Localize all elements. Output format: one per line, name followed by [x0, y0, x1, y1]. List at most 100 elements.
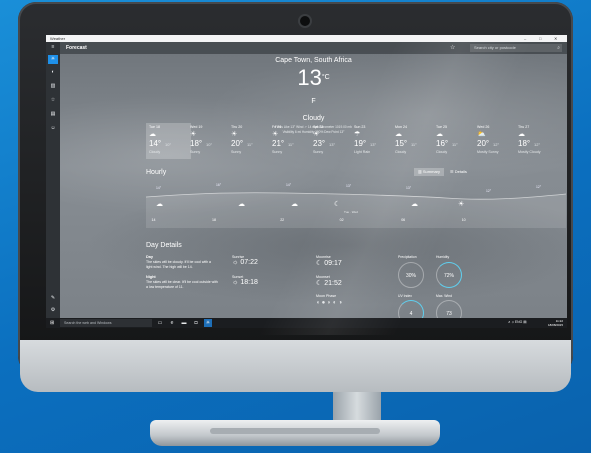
low-temp: 12°	[534, 142, 541, 147]
smile-icon[interactable]: ☺	[49, 124, 57, 132]
weather-icon: ⛅	[477, 131, 486, 138]
places-icon[interactable]: ☆	[49, 96, 57, 104]
day-condition: Cloudy	[149, 150, 161, 154]
day-name: Tue 25	[436, 125, 448, 129]
day-condition: Sunny	[272, 150, 283, 154]
high-temp: 14°	[149, 139, 162, 148]
hourly-time-label: 14	[151, 218, 156, 222]
details-tab[interactable]: ☰ Details	[446, 168, 471, 176]
daily-forecast-strip: Tue 18 ☁ 14° 10° Cloudy Wed 19 ☀ 18° 10° Sunny Thu…	[146, 123, 556, 159]
night-text: The skies will be clear. It'll be cool o…	[146, 280, 218, 289]
feedback-icon[interactable]: ✎	[49, 294, 57, 302]
search-input[interactable]: Search city or postcode ⌕	[470, 44, 562, 52]
hourly-weather-icon: ☀	[458, 201, 465, 208]
hourly-weather-icon: ☁	[411, 201, 418, 208]
moonset-label: Moonset	[316, 275, 330, 279]
precip-label: Precipitation	[398, 255, 417, 259]
file-explorer-icon[interactable]: ▬	[180, 319, 188, 327]
weather-icon: ☁	[149, 131, 156, 138]
store-icon[interactable]: ◘	[192, 319, 200, 327]
day-condition: Cloudy	[395, 150, 407, 154]
clock-date: 18/08/2015	[547, 323, 563, 327]
hourly-time-label: 10	[461, 218, 466, 222]
day-name: Fri 21	[272, 125, 282, 129]
day-change-note: Tue · Wed	[344, 210, 358, 214]
daily-forecast-item[interactable]: Wed 19 ☀ 18° 10° Sunny	[187, 123, 232, 159]
low-temp: 11°	[247, 142, 253, 147]
high-temp: 23°	[313, 139, 326, 148]
daily-forecast-item[interactable]: Sat 22 ☀ 23° 13° Sunny	[310, 123, 355, 159]
hourly-temp-label: 13°	[346, 184, 352, 188]
moonrise-icon: ☾	[316, 260, 325, 267]
moonrise-label: Moonrise	[316, 255, 331, 259]
historical-weather-icon[interactable]: ▥	[49, 82, 57, 90]
system-tray[interactable]: ∧ ♫ ENG ▤	[508, 320, 526, 324]
moonphase-label: Moon Phase	[316, 294, 337, 298]
daily-forecast-item[interactable]: Wed 26 ⛅ 20° 12° Mostly Sunny	[474, 123, 519, 159]
wind-label: Max. Wind	[436, 294, 453, 298]
daily-forecast-item[interactable]: Tue 18 ☁ 14° 10° Cloudy	[146, 123, 191, 159]
low-temp: 12°	[493, 142, 500, 147]
daily-forecast-item[interactable]: Tue 25 ☁ 16° 11° Cloudy	[433, 123, 478, 159]
hourly-time-label: 02	[339, 218, 344, 222]
minimize-button[interactable]: –	[524, 36, 526, 41]
settings-gear-icon[interactable]: ⚙	[49, 306, 57, 314]
weather-icon: ☀	[272, 131, 279, 138]
forecast-sun-icon[interactable]: ☀	[48, 55, 58, 64]
moon-phase: Moon Phase	[316, 294, 336, 298]
daily-forecast-item[interactable]: Thu 20 ☀ 20° 11° Sunny	[228, 123, 273, 159]
close-button[interactable]: ✕	[554, 36, 557, 41]
weather-icon: ☁	[436, 131, 443, 138]
taskbar: ⊞ Search the web and Windows ▭ e ▬ ◘ ☀ ∧…	[46, 318, 567, 328]
humidity-gauge: 72%	[436, 262, 462, 288]
summary-label: Summary	[422, 169, 441, 174]
windows-start-icon[interactable]: ⊞	[50, 320, 54, 326]
daily-forecast-item[interactable]: Sun 23 ☂ 19° 13° Light Rain	[351, 123, 396, 159]
hourly-chart: 14° 16° 14° 13° 13° 12° 12° ☁ ☁ ☁ ☾ ☁ ☀ 14 18 22 02 06 10 T…	[146, 180, 566, 240]
low-temp: 11°	[411, 142, 417, 147]
day-condition: Sunny	[231, 150, 242, 154]
moonrise-time: 09:17	[324, 260, 342, 267]
hamburger-menu-icon[interactable]: ≡	[46, 42, 60, 52]
unit-f[interactable]: F	[311, 98, 315, 105]
monitor-stand-base	[150, 420, 440, 446]
window-titlebar: Weather – □ ✕	[46, 35, 567, 42]
daily-forecast-item[interactable]: Fri 21 ☀ 21° 11° Sunny	[269, 123, 314, 159]
day-condition: Mostly Cloudy	[518, 150, 541, 154]
day-text: The skies will be cloudy. It'll be cool …	[146, 260, 211, 269]
moonset-time: 21:52	[324, 280, 342, 287]
low-temp: 11°	[288, 142, 294, 147]
edge-browser-icon[interactable]: e	[168, 319, 176, 327]
hourly-temp-line	[146, 192, 566, 228]
hourly-weather-icon: ☁	[156, 201, 163, 208]
daily-forecast-item[interactable]: Mon 24 ☁ 15° 11° Cloudy	[392, 123, 437, 159]
sunset: Sunset ☼ 18:18	[232, 275, 258, 286]
unit-c[interactable]: °C	[322, 74, 330, 81]
daily-forecast-item[interactable]: Thu 27 ☁ 18° 12° Mostly Cloudy	[515, 123, 560, 159]
favorite-star-icon[interactable]: ☆	[450, 44, 455, 51]
clock[interactable]: 11:22 18/08/2015	[548, 319, 563, 327]
news-icon[interactable]: ▤	[49, 110, 57, 118]
taskbar-search-box[interactable]: Search the web and Windows	[60, 319, 152, 327]
maps-icon[interactable]: ◐	[49, 68, 57, 76]
hourly-weather-icon: ☁	[238, 201, 245, 208]
weather-app-icon[interactable]: ☀	[204, 319, 212, 327]
hourly-temp-label: 14°	[286, 183, 292, 187]
day-summary: Day The skies will be cloudy. It'll be co…	[146, 255, 218, 270]
summary-tab[interactable]: ▥ Summary	[414, 168, 445, 176]
hourly-title: Hourly	[146, 169, 167, 176]
hourly-temp-label: 13°	[406, 186, 412, 190]
search-icon[interactable]: ⌕	[557, 44, 560, 52]
task-view-icon[interactable]: ▭	[156, 319, 164, 327]
sunset-time: 18:18	[240, 279, 258, 286]
day-condition: Mostly Sunny	[477, 150, 499, 154]
maximize-button[interactable]: □	[539, 36, 541, 41]
high-temp: 20°	[477, 139, 490, 148]
screen: Weather – □ ✕ ≡ ☀ ◐ ▥ ☆ ▤ ☺ ✎ ⚙ Forecast…	[46, 35, 567, 328]
hourly-temp-label: 12°	[536, 185, 542, 189]
hourly-time-label: 22	[280, 218, 285, 222]
weather-icon: ☂	[354, 131, 361, 138]
day-condition: Sunny	[313, 150, 324, 154]
high-temp: 21°	[272, 139, 285, 148]
low-temp: 10°	[165, 142, 172, 147]
